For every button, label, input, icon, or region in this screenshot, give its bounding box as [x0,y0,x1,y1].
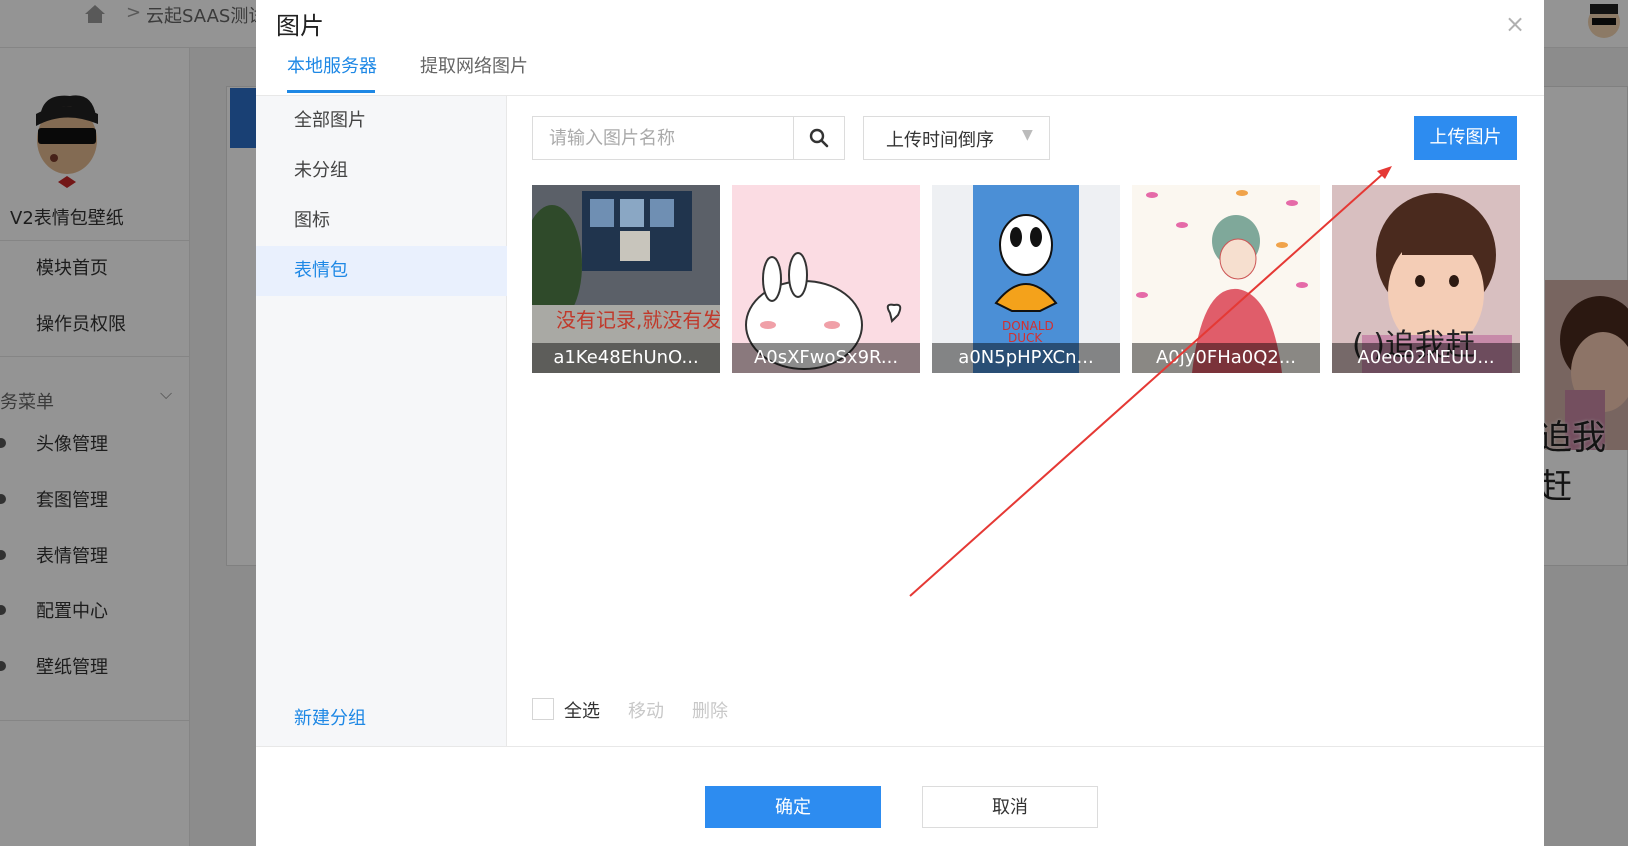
divider [256,746,1544,747]
image-name: a1Ke48EhUnO... [532,343,720,373]
image-thumbnail[interactable]: A0sXFwoSx9R... [732,185,920,373]
image-name: A0jy0FHa0Q2... [1132,343,1320,373]
move-button[interactable]: 移动 [628,697,664,723]
image-name: a0N5pHPXCn... [932,343,1120,373]
select-all-checkbox[interactable] [532,698,554,720]
select-all-label[interactable]: 全选 [564,697,600,723]
group-item-all[interactable]: 全部图片 [256,96,507,146]
group-item-ungrouped[interactable]: 未分组 [256,146,507,196]
new-group-link[interactable]: 新建分组 [294,704,366,730]
image-thumbnail[interactable]: A0jy0FHa0Q2... [1132,185,1320,373]
search-input[interactable] [533,117,793,159]
tab-network-image[interactable]: 提取网络图片 [420,52,528,78]
image-name: A0sXFwoSx9R... [732,343,920,373]
upload-image-button[interactable]: 上传图片 [1414,116,1517,160]
image-thumbnail[interactable]: DONALD DUCK a0N5pHPXCn... [932,185,1120,373]
delete-button[interactable]: 删除 [692,697,728,723]
image-thumbnail[interactable]: 没有记录,就没有发生 a1Ke48EhUnO... [532,185,720,373]
svg-text:没有记录,就没有发生: 没有记录,就没有发生 [556,308,720,332]
active-tab-indicator [287,90,375,93]
image-thumbnail[interactable]: ( )追我赶 A0eo02NEUU... [1332,185,1520,373]
tab-local-server[interactable]: 本地服务器 [287,52,377,78]
image-picker-dialog: 图片 × 本地服务器 提取网络图片 全部图片 未分组 图标 表情包 新建分组 上… [256,0,1544,846]
sort-selected-value: 上传时间倒序 [886,130,994,151]
search-icon [809,128,829,148]
cancel-button[interactable]: 取消 [922,786,1098,828]
search-button[interactable] [793,117,844,159]
group-sidebar: 全部图片 未分组 图标 表情包 新建分组 [256,96,507,746]
confirm-button[interactable]: 确定 [705,786,881,828]
search-box [532,116,845,160]
dialog-title: 图片 [276,12,324,40]
close-icon[interactable]: × [1505,10,1525,38]
sort-select[interactable]: 上传时间倒序 ▼ [863,116,1050,160]
image-grid: 没有记录,就没有发生 a1Ke48EhUnO... A0sXFwoSx9R... [532,185,1522,373]
group-item-icons[interactable]: 图标 [256,196,507,246]
chevron-down-icon: ▼ [1022,127,1033,143]
image-name: A0eo02NEUU... [1332,343,1520,373]
group-item-emoji[interactable]: 表情包 [256,246,507,296]
